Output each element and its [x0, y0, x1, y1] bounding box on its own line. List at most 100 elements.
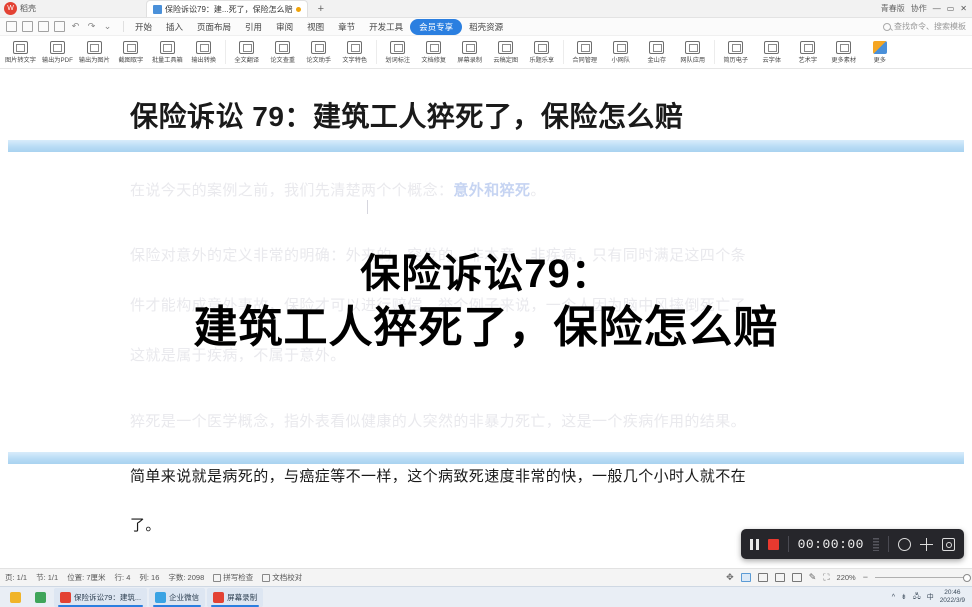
ribbon-button-19[interactable]: 简历电子: [718, 40, 754, 64]
command-search[interactable]: 查找命令、搜索模板: [883, 21, 972, 32]
ribbon-button-16[interactable]: 小网队: [603, 40, 639, 64]
document-tab[interactable]: 保险诉讼79：建...死了，保险怎么赔: [146, 0, 308, 17]
body-line-3: 件才能构成意外事故，保险才可以进行赔偿。举个例子来说，一个人因为脑中风摔倒死亡了…: [130, 297, 762, 314]
stop-icon[interactable]: [767, 538, 779, 550]
collab-button[interactable]: 协作: [911, 3, 927, 14]
taskbar-item-4[interactable]: 屏幕录制: [207, 587, 264, 607]
menu-item-4[interactable]: 审阅: [269, 19, 300, 35]
menu-item-list: 开始 插入 页面布局 引用 审阅 视图 章节 开发工具 会员专享 稻壳资源: [128, 18, 510, 35]
customize-toolbar-icon[interactable]: ⌄: [102, 21, 113, 32]
focus-mode-icon[interactable]: ✥: [726, 573, 734, 582]
undo-icon[interactable]: ↶: [70, 21, 81, 32]
document-page: 保险诉讼 79：建筑工人猝死了，保险怎么赔 在说今天的案例之前，我们先清楚两个个…: [8, 69, 964, 568]
ribbon-button-18[interactable]: 网队应用: [675, 40, 711, 64]
menu-item-1[interactable]: 插入: [159, 19, 190, 35]
body-line-2: 保险对意外的定义非常的明确：外来的、突发的、非本意、非疾病，只有同时满足这四个条: [130, 247, 747, 264]
taskbar-item-0[interactable]: [4, 588, 27, 607]
ribbon-button-22[interactable]: 更多素材: [826, 40, 862, 64]
ribbon-label-23: 更多: [873, 56, 886, 64]
ribbon-button-21[interactable]: 艺术字: [790, 40, 826, 64]
ribbon-button-14[interactable]: 乐题乐享: [524, 40, 560, 64]
ribbon-button-20[interactable]: 云字体: [754, 40, 790, 64]
taskbar-clock[interactable]: 20:46 2022/3/9: [940, 589, 965, 605]
ribbon-icon-14: [534, 40, 550, 54]
ribbon-button-1[interactable]: 输出为PDF: [39, 40, 76, 64]
two-page-view-icon[interactable]: [774, 573, 785, 582]
maximize-button[interactable]: ▭: [947, 4, 955, 13]
windows-taskbar: 保险诉讼79：建筑... 企业微信 屏幕录制 ^ ⇟ 🖧 中 20:46 2022/…: [0, 586, 972, 607]
ribbon-button-7[interactable]: 论文查重: [265, 40, 301, 64]
proofread-button[interactable]: 文档校对: [262, 572, 302, 583]
ribbon-button-8[interactable]: 论文助手: [301, 40, 337, 64]
taskbar-item-2[interactable]: 保险诉讼79：建筑...: [54, 587, 148, 607]
ribbon-button-15[interactable]: 合同管理: [567, 40, 603, 64]
web-view-icon[interactable]: [757, 573, 768, 582]
recorder-divider: [787, 536, 789, 552]
expand-icon[interactable]: [920, 537, 933, 551]
print-preview-icon[interactable]: [38, 21, 49, 32]
screen-recorder-toolbar[interactable]: 00:00:00: [740, 529, 964, 559]
system-tray: ^ ⇟ 🖧 中 20:46 2022/3/9: [892, 589, 968, 605]
ribbon-icon-1: [49, 40, 65, 54]
ribbon-button-10[interactable]: 划词标注: [380, 40, 416, 64]
print-icon[interactable]: [22, 21, 33, 32]
ribbon-icon-10: [390, 40, 406, 54]
new-tab-button[interactable]: +: [318, 3, 324, 15]
zoom-slider-knob[interactable]: [963, 573, 971, 582]
tray-ime-icon[interactable]: 中: [927, 592, 934, 602]
ribbon-icon-18: [685, 40, 701, 54]
ribbon-label-4: 批量工具箱: [151, 56, 183, 64]
ribbon-button-2[interactable]: 输出为图片: [76, 40, 113, 64]
ribbon-button-9[interactable]: 文字特色: [337, 40, 373, 64]
menu-item-2[interactable]: 页面布局: [190, 19, 238, 35]
ribbon-label-7: 论文查重: [270, 56, 296, 64]
fit-page-icon[interactable]: ⛶: [823, 573, 829, 582]
export-pdf-icon[interactable]: [54, 21, 65, 32]
ribbon-button-12[interactable]: 屏幕录制: [452, 40, 488, 64]
taskbar-item-label-4: 屏幕录制: [227, 592, 258, 602]
camera-icon[interactable]: [942, 537, 955, 551]
tray-network-icon[interactable]: 🖧: [913, 592, 921, 603]
zoom-out-button[interactable]: −: [863, 573, 868, 582]
taskbar-item-icon-0: [10, 591, 21, 603]
menu-item-7[interactable]: 开发工具: [362, 19, 410, 35]
reading-view-icon[interactable]: [791, 573, 802, 582]
status-col: 列: 16: [139, 573, 160, 582]
ribbon-button-17[interactable]: 金山存: [639, 40, 675, 64]
ribbon-button-4[interactable]: 批量工具箱: [149, 40, 186, 64]
page-view-icon[interactable]: [740, 573, 751, 582]
ribbon-button-0[interactable]: 图片转文字: [2, 40, 39, 64]
document-canvas[interactable]: 保险诉讼 79：建筑工人猝死了，保险怎么赔 在说今天的案例之前，我们先清楚两个个…: [0, 69, 972, 568]
menu-item-3[interactable]: 引用: [238, 19, 269, 35]
menu-item-5[interactable]: 视图: [300, 19, 331, 35]
minimize-button[interactable]: —: [933, 4, 941, 13]
ribbon-button-3[interactable]: 截图取字: [113, 40, 149, 64]
ribbon-button-13[interactable]: 云稿定图: [488, 40, 524, 64]
pause-icon[interactable]: [749, 538, 759, 550]
save-icon[interactable]: [6, 21, 17, 32]
menu-item-8[interactable]: 会员专享: [410, 18, 463, 35]
close-button[interactable]: ✕: [960, 4, 967, 13]
ribbon-button-5[interactable]: 输出转换: [186, 40, 222, 64]
spellcheck-toggle[interactable]: 拼写检查: [213, 572, 253, 583]
menu-divider: [123, 21, 124, 32]
zoom-level[interactable]: 220%: [837, 573, 856, 582]
taskbar-item-3[interactable]: 企业微信: [149, 587, 206, 607]
pen-icon[interactable]: ✎: [809, 573, 817, 582]
ribbon-button-6[interactable]: 全文翻译: [229, 40, 265, 64]
ribbon-label-21: 艺术字: [798, 56, 818, 64]
menu-item-6[interactable]: 章节: [331, 19, 362, 35]
microphone-icon[interactable]: [898, 537, 911, 551]
ribbon-button-23[interactable]: 更多: [862, 40, 898, 64]
menu-item-9[interactable]: 稻壳资源: [462, 19, 510, 35]
share-button[interactable]: 青春版: [881, 3, 905, 14]
ribbon-button-11[interactable]: 文档修复: [416, 40, 452, 64]
zoom-slider[interactable]: [875, 573, 971, 582]
tray-usb-icon[interactable]: ⇟: [901, 593, 907, 601]
taskbar-item-1[interactable]: [29, 588, 52, 607]
redo-icon[interactable]: ↷: [86, 21, 97, 32]
menu-item-0[interactable]: 开始: [128, 19, 159, 35]
spellcheck-label: 拼写检查: [223, 573, 254, 582]
body-line-1-highlight: 意外和猝死: [453, 182, 531, 199]
tray-chevron-icon[interactable]: ^: [892, 594, 895, 601]
